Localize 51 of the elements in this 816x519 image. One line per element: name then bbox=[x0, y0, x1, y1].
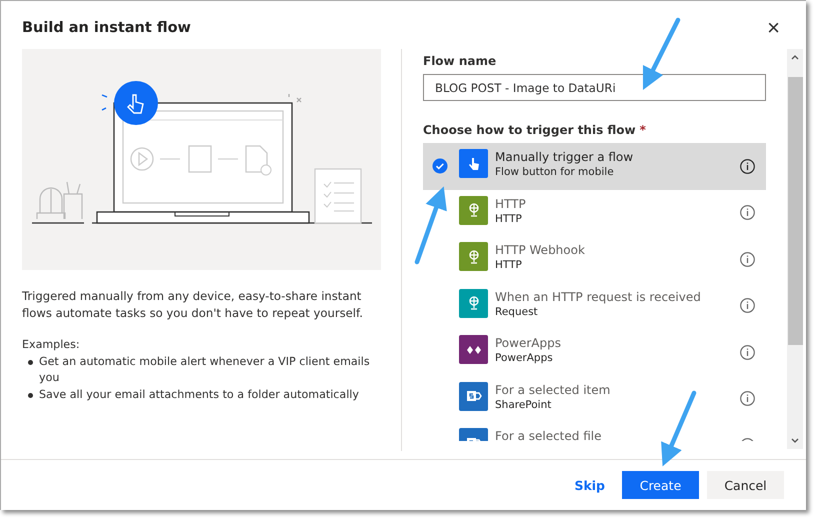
hand-icon bbox=[466, 156, 480, 172]
trigger-option[interactable]: PowerApps PowerApps bbox=[423, 329, 766, 376]
apps-icon bbox=[466, 344, 482, 354]
close-button[interactable]: × bbox=[767, 17, 780, 39]
example-text: Save all your email attachments to a folder automatically bbox=[39, 386, 359, 402]
trigger-option[interactable]: Manually trigger a flow Flow button for mobile bbox=[423, 143, 766, 190]
info-icon[interactable] bbox=[740, 158, 755, 174]
trigger-option[interactable]: When an HTTP request is received Request bbox=[423, 282, 766, 329]
globe-icon bbox=[468, 296, 480, 310]
examples-label: Examples: bbox=[22, 337, 81, 353]
info-icon[interactable] bbox=[740, 391, 755, 406]
description-text: Triggered manually from any device, easy-to-share instant flows automate tasks so you don't have to repeat yourself. bbox=[22, 288, 364, 321]
flow-name-field[interactable]: BLOG POST - Image to DataURi bbox=[423, 74, 766, 101]
sharepoint-icon bbox=[466, 389, 482, 403]
trigger-subtitle: Request bbox=[495, 304, 539, 318]
globe-icon bbox=[468, 203, 480, 217]
trigger-title: Manually trigger a flow bbox=[495, 149, 634, 165]
trigger-label: Choose how to trigger this flow bbox=[423, 123, 636, 137]
bullet-icon bbox=[28, 360, 33, 364]
info-icon[interactable] bbox=[740, 205, 755, 220]
skip-link[interactable]: Skip bbox=[565, 471, 614, 499]
trigger-option[interactable]: For a selected file bbox=[423, 422, 766, 441]
flow-name-label: Flow name bbox=[423, 54, 498, 68]
trigger-option[interactable]: HTTP HTTP bbox=[423, 190, 766, 236]
trigger-title: PowerApps bbox=[495, 335, 562, 351]
trigger-subtitle: SharePoint bbox=[495, 398, 552, 412]
info-icon[interactable] bbox=[740, 252, 755, 267]
trigger-title: HTTP bbox=[495, 196, 527, 212]
trigger-subtitle: HTTP bbox=[495, 258, 523, 272]
trigger-option[interactable]: For a selected item SharePoint bbox=[423, 376, 766, 422]
trigger-title: HTTP Webhook bbox=[495, 242, 586, 258]
required-mark: * bbox=[640, 123, 646, 137]
bullet-icon bbox=[28, 392, 33, 398]
trigger-subtitle: HTTP bbox=[495, 212, 523, 226]
info-icon[interactable] bbox=[740, 298, 755, 314]
dialog-title: Build an instant flow bbox=[22, 20, 191, 36]
trigger-title: For a selected file bbox=[495, 428, 602, 441]
trigger-title: When an HTTP request is received bbox=[495, 288, 702, 304]
dialog-button[interactable]: Create bbox=[622, 471, 699, 499]
dialog-button[interactable]: Cancel bbox=[707, 471, 784, 499]
scrollbar[interactable] bbox=[787, 49, 803, 449]
scroll-up-icon[interactable] bbox=[790, 53, 800, 61]
example-text: Get an automatic mobile alert whenever a VIP client emails you bbox=[39, 354, 371, 386]
trigger-option[interactable]: HTTP Webhook HTTP bbox=[423, 236, 766, 282]
globe-icon bbox=[468, 250, 480, 264]
check-icon bbox=[432, 158, 448, 174]
trigger-subtitle: PowerApps bbox=[495, 351, 554, 365]
trigger-subtitle: Flow button for mobile bbox=[495, 165, 615, 179]
scroll-down-icon[interactable] bbox=[790, 437, 800, 445]
trigger-title: For a selected item bbox=[495, 382, 612, 398]
info-icon[interactable] bbox=[740, 344, 755, 360]
